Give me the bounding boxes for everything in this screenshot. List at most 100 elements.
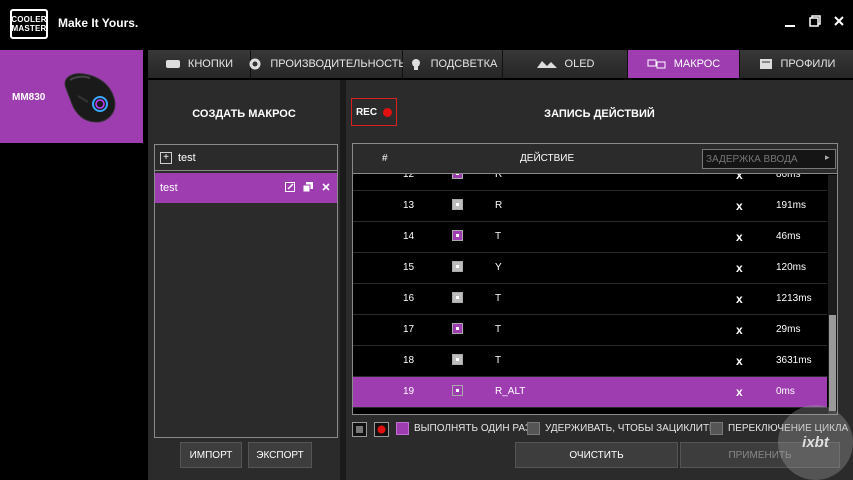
- row-action: T: [495, 355, 502, 366]
- arrow-right-icon[interactable]: ▸: [825, 152, 830, 163]
- row-number: 16: [403, 293, 415, 304]
- logo-line-2: MASTER: [11, 24, 47, 33]
- row-number: 13: [403, 200, 415, 211]
- oled-icon: [536, 58, 558, 70]
- key-up-icon[interactable]: [452, 354, 463, 365]
- close-icon[interactable]: [832, 14, 846, 30]
- panel-divider: [340, 80, 346, 480]
- table-row[interactable]: 12 R x 86ms: [353, 174, 827, 191]
- table-row[interactable]: 18 T x 3631ms: [353, 346, 827, 377]
- record-actions-title: ЗАПИСЬ ДЕЙСТВИЙ: [544, 108, 655, 120]
- tab-performance[interactable]: ПРОИЗВОДИТЕЛЬНОСТЬ: [249, 50, 406, 78]
- tab-lighting[interactable]: ПОДСВЕТКА: [403, 50, 503, 78]
- row-action: R_ALT: [495, 386, 526, 397]
- macro-workspace: СОЗДАТЬ МАКРОС + test test ИМПОРТ ЭКСПОР…: [148, 80, 853, 480]
- mouse-icon: [64, 73, 116, 123]
- row-delete-button[interactable]: x: [736, 385, 743, 399]
- tab-macro[interactable]: МАКРОС: [628, 50, 740, 78]
- hold-loop-label: УДЕРЖИВАТЬ, ЧТОБЫ ЗАЦИКЛИТЬ: [545, 423, 716, 434]
- row-delete-button[interactable]: x: [736, 323, 743, 337]
- row-action: T: [495, 231, 502, 242]
- logo-line-1: COOLER: [11, 15, 47, 24]
- table-row-selected[interactable]: 19 R_ALT x 0ms: [353, 377, 827, 408]
- row-delay[interactable]: 3631ms: [776, 355, 812, 366]
- row-action: R: [495, 200, 503, 211]
- tab-label: ПРОФИЛИ: [780, 58, 836, 70]
- key-up-icon[interactable]: [452, 261, 463, 272]
- tab-label: OLED: [564, 58, 595, 70]
- row-delay[interactable]: 46ms: [776, 231, 800, 242]
- row-action: Y: [495, 262, 502, 273]
- hold-loop-checkbox[interactable]: [527, 422, 540, 435]
- row-delay[interactable]: 86ms: [776, 174, 800, 180]
- row-number: 17: [403, 324, 415, 335]
- row-delay[interactable]: 1213ms: [776, 293, 812, 304]
- key-down-icon[interactable]: [452, 230, 463, 241]
- row-action: T: [495, 293, 502, 304]
- row-delete-button[interactable]: x: [736, 292, 743, 306]
- scrollbar-thumb[interactable]: [829, 315, 836, 411]
- table-row[interactable]: 14 T x 46ms: [353, 222, 827, 253]
- row-number: 15: [403, 262, 415, 273]
- tagline: Make It Yours.: [58, 16, 139, 30]
- tab-label: МАКРОС: [673, 58, 721, 70]
- delay-input[interactable]: [702, 149, 836, 169]
- device-panel[interactable]: MM830: [0, 50, 143, 143]
- stop-icon[interactable]: [352, 422, 367, 437]
- tab-label: КНОПКИ: [187, 58, 234, 70]
- macro-item[interactable]: test: [155, 173, 337, 203]
- row-delay[interactable]: 0ms: [776, 386, 795, 397]
- action-rows: 12 R x 86ms 13 R x 191ms 14 T x 46ms 15 …: [353, 174, 827, 414]
- macro-icon: [647, 58, 667, 70]
- row-number: 19: [403, 386, 415, 397]
- copy-icon[interactable]: [302, 182, 313, 195]
- key-down-icon[interactable]: [452, 385, 463, 396]
- column-action: ДЕЙСТВИЕ: [520, 153, 575, 164]
- plus-icon[interactable]: +: [160, 151, 172, 164]
- export-button[interactable]: ЭКСПОРТ: [248, 442, 312, 468]
- tab-label: ПРОИЗВОДИТЕЛЬНОСТЬ: [270, 58, 406, 70]
- record-icon[interactable]: [374, 422, 389, 437]
- row-delete-button[interactable]: x: [736, 199, 743, 213]
- toggle-loop-checkbox[interactable]: [710, 422, 723, 435]
- cooler-master-logo: COOLER MASTER: [10, 9, 48, 39]
- actions-table: # ДЕЙСТВИЕ ▸ 12 R x 86ms 13 R x 191ms 14: [352, 143, 838, 415]
- watermark-logo: ixbt: [778, 405, 853, 480]
- minimize-icon[interactable]: [783, 14, 797, 30]
- row-delay[interactable]: 191ms: [776, 200, 806, 211]
- tab-oled[interactable]: OLED: [503, 50, 628, 78]
- import-button[interactable]: ИМПОРТ: [180, 442, 242, 468]
- row-delete-button[interactable]: x: [736, 174, 743, 182]
- profile-icon: [758, 58, 774, 70]
- add-macro-row[interactable]: + test: [155, 145, 337, 171]
- row-action: T: [495, 324, 502, 335]
- table-header: # ДЕЙСТВИЕ ▸: [353, 144, 837, 174]
- run-once-checkbox[interactable]: [396, 422, 409, 435]
- row-delete-button[interactable]: x: [736, 230, 743, 244]
- tab-bar: КНОПКИ ПРОИЗВОДИТЕЛЬНОСТЬ ПОДСВЕТКА OLED…: [148, 50, 853, 78]
- lightbulb-icon: [408, 58, 424, 70]
- row-delete-button[interactable]: x: [736, 261, 743, 275]
- key-down-icon[interactable]: [452, 174, 463, 179]
- table-scrollbar[interactable]: [828, 175, 837, 414]
- tab-profiles[interactable]: ПРОФИЛИ: [740, 50, 853, 78]
- column-number: #: [382, 153, 388, 164]
- row-delay[interactable]: 29ms: [776, 324, 800, 335]
- key-up-icon[interactable]: [452, 292, 463, 303]
- row-delay[interactable]: 120ms: [776, 262, 806, 273]
- clear-button[interactable]: ОЧИСТИТЬ: [515, 442, 678, 468]
- maximize-icon[interactable]: [808, 14, 822, 30]
- table-row[interactable]: 16 T x 1213ms: [353, 284, 827, 315]
- macro-options: ВЫПОЛНЯТЬ ОДИН РАЗ УДЕРЖИВАТЬ, ЧТОБЫ ЗАЦ…: [352, 420, 852, 440]
- key-up-icon[interactable]: [452, 199, 463, 210]
- table-row[interactable]: 15 Y x 120ms: [353, 253, 827, 284]
- row-delete-button[interactable]: x: [736, 354, 743, 368]
- table-row[interactable]: 17 T x 29ms: [353, 315, 827, 346]
- delete-icon[interactable]: [321, 182, 331, 195]
- row-number: 14: [403, 231, 415, 242]
- table-row[interactable]: 13 R x 191ms: [353, 191, 827, 222]
- tab-buttons[interactable]: КНОПКИ: [148, 50, 251, 78]
- keyboard-icon: [165, 58, 181, 70]
- key-down-icon[interactable]: [452, 323, 463, 334]
- edit-icon[interactable]: [285, 182, 295, 195]
